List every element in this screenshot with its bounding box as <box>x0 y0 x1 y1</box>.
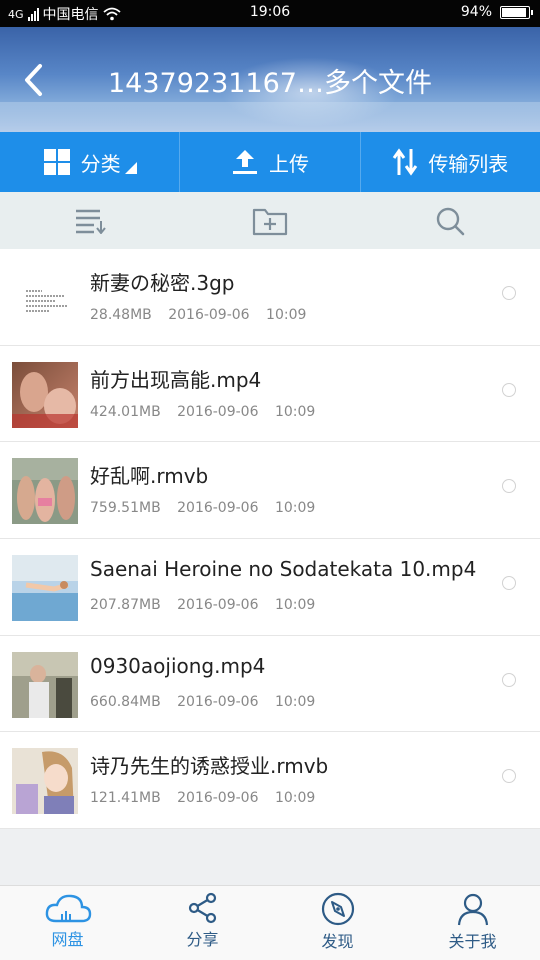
select-radio[interactable] <box>502 769 516 784</box>
file-date: 2016-09-06 <box>177 500 259 517</box>
tab-label: 关于我 <box>448 932 497 951</box>
file-list: 新妻の秘密.3gp 28.48MB 2016-09-06 10:09 前方出现高… <box>0 249 540 830</box>
person-icon <box>457 893 488 926</box>
file-meta: 121.41MB 2016-09-06 10:09 <box>90 790 327 806</box>
file-row[interactable]: 好乱啊.rmvb 759.51MB 2016-09-06 10:09 <box>0 442 540 540</box>
file-size: 660.84MB <box>90 693 161 710</box>
page-title: 14379231167…多个文件 <box>108 68 432 99</box>
file-size: 121.41MB <box>90 790 161 807</box>
transfer-list-button[interactable]: 传输列表 <box>359 132 540 192</box>
share-icon <box>188 892 216 924</box>
battery-icon <box>500 5 533 19</box>
file-time: 10:09 <box>274 500 316 517</box>
file-row[interactable]: 前方出现高能.mp4 424.01MB 2016-09-06 10:09 <box>0 346 540 443</box>
select-radio[interactable] <box>502 479 516 494</box>
file-thumbnail <box>12 458 78 525</box>
file-time: 10:09 <box>266 307 307 323</box>
file-name: Saenai Heroine no Sodatekata 10.mp4 <box>90 557 477 582</box>
toolbar <box>0 192 540 249</box>
category-label: 分类 <box>80 151 121 176</box>
upload-button[interactable]: 上传 <box>179 132 359 192</box>
tab-label: 分享 <box>186 930 219 949</box>
file-name: 前方出现高能.mp4 <box>90 367 262 392</box>
file-size: 28.48MB <box>90 307 152 323</box>
file-size: 207.87MB <box>90 597 161 614</box>
cloud-icon <box>45 894 91 923</box>
battery-percent: 94% <box>460 4 492 20</box>
file-time: 10:09 <box>274 790 316 807</box>
file-thumbnail <box>12 265 78 331</box>
search-icon <box>436 207 465 235</box>
file-date: 2016-09-06 <box>177 597 259 614</box>
file-name: 好乱啊.rmvb <box>90 464 209 489</box>
file-thumbnail <box>12 555 78 622</box>
tab-about-me[interactable]: 关于我 <box>405 886 540 960</box>
file-meta: 207.87MB 2016-09-06 10:09 <box>90 597 327 613</box>
header: 14379231167…多个文件 <box>0 27 540 132</box>
search-button[interactable] <box>360 192 540 249</box>
select-radio[interactable] <box>502 286 516 300</box>
file-thumbnail <box>12 748 78 815</box>
compass-icon <box>321 892 354 926</box>
file-name: 0930aojiong.mp4 <box>90 653 266 678</box>
file-time: 10:09 <box>274 597 316 614</box>
new-folder-icon <box>252 208 288 235</box>
file-name: 诗乃先生的诱惑授业.rmvb <box>90 754 329 779</box>
transfer-icon <box>393 148 418 176</box>
back-button[interactable] <box>20 63 50 97</box>
new-folder-button[interactable] <box>180 192 360 249</box>
file-row[interactable]: 0930aojiong.mp4 660.84MB 2016-09-06 10:0… <box>0 636 540 733</box>
file-meta: 660.84MB 2016-09-06 10:09 <box>90 694 327 710</box>
file-thumbnail <box>12 651 78 718</box>
status-bar: 4G 中国电信 19:06 94% <box>0 0 540 27</box>
bottom-nav: 网盘 分享 发现 关于我 <box>0 885 540 960</box>
file-date: 2016-09-06 <box>168 307 250 323</box>
file-size: 424.01MB <box>90 403 161 420</box>
file-name: 新妻の秘密.3gp <box>90 271 235 295</box>
file-row[interactable]: 诗乃先生的诱惑授业.rmvb 121.41MB 2016-09-06 10:09 <box>0 732 540 830</box>
select-radio[interactable] <box>502 382 516 397</box>
tab-label: 网盘 <box>51 930 84 949</box>
file-date: 2016-09-06 <box>177 790 259 807</box>
file-size: 759.51MB <box>90 500 161 517</box>
file-time: 10:09 <box>274 693 316 710</box>
sort-button[interactable] <box>0 192 180 249</box>
tab-discover[interactable]: 发现 <box>270 886 405 960</box>
file-thumbnail <box>12 361 78 428</box>
upload-icon <box>232 150 257 174</box>
file-date: 2016-09-06 <box>177 693 259 710</box>
file-meta: 424.01MB 2016-09-06 10:09 <box>90 404 327 420</box>
select-radio[interactable] <box>502 672 516 687</box>
file-row[interactable]: 新妻の秘密.3gp 28.48MB 2016-09-06 10:09 <box>0 249 540 346</box>
clock: 19:06 <box>249 4 291 20</box>
category-button[interactable]: 分类 <box>0 132 179 192</box>
sort-list-icon <box>76 209 106 234</box>
dropdown-triangle-icon <box>124 162 137 174</box>
tab-share[interactable]: 分享 <box>135 886 270 960</box>
action-bar: 分类 上传 传输列表 <box>0 132 540 192</box>
chevron-left-icon <box>25 64 42 96</box>
file-date: 2016-09-06 <box>177 403 259 420</box>
tab-label: 发现 <box>321 932 354 951</box>
file-row[interactable]: Saenai Heroine no Sodatekata 10.mp4 207.… <box>0 539 540 636</box>
file-meta: 28.48MB 2016-09-06 10:09 <box>90 307 318 323</box>
select-radio[interactable] <box>502 576 516 591</box>
file-meta: 759.51MB 2016-09-06 10:09 <box>90 500 327 516</box>
transfer-list-label: 传输列表 <box>428 151 509 176</box>
upload-label: 上传 <box>268 151 309 176</box>
grid-icon <box>43 149 70 175</box>
file-time: 10:09 <box>274 403 316 420</box>
tab-netdisk[interactable]: 网盘 <box>0 886 135 960</box>
